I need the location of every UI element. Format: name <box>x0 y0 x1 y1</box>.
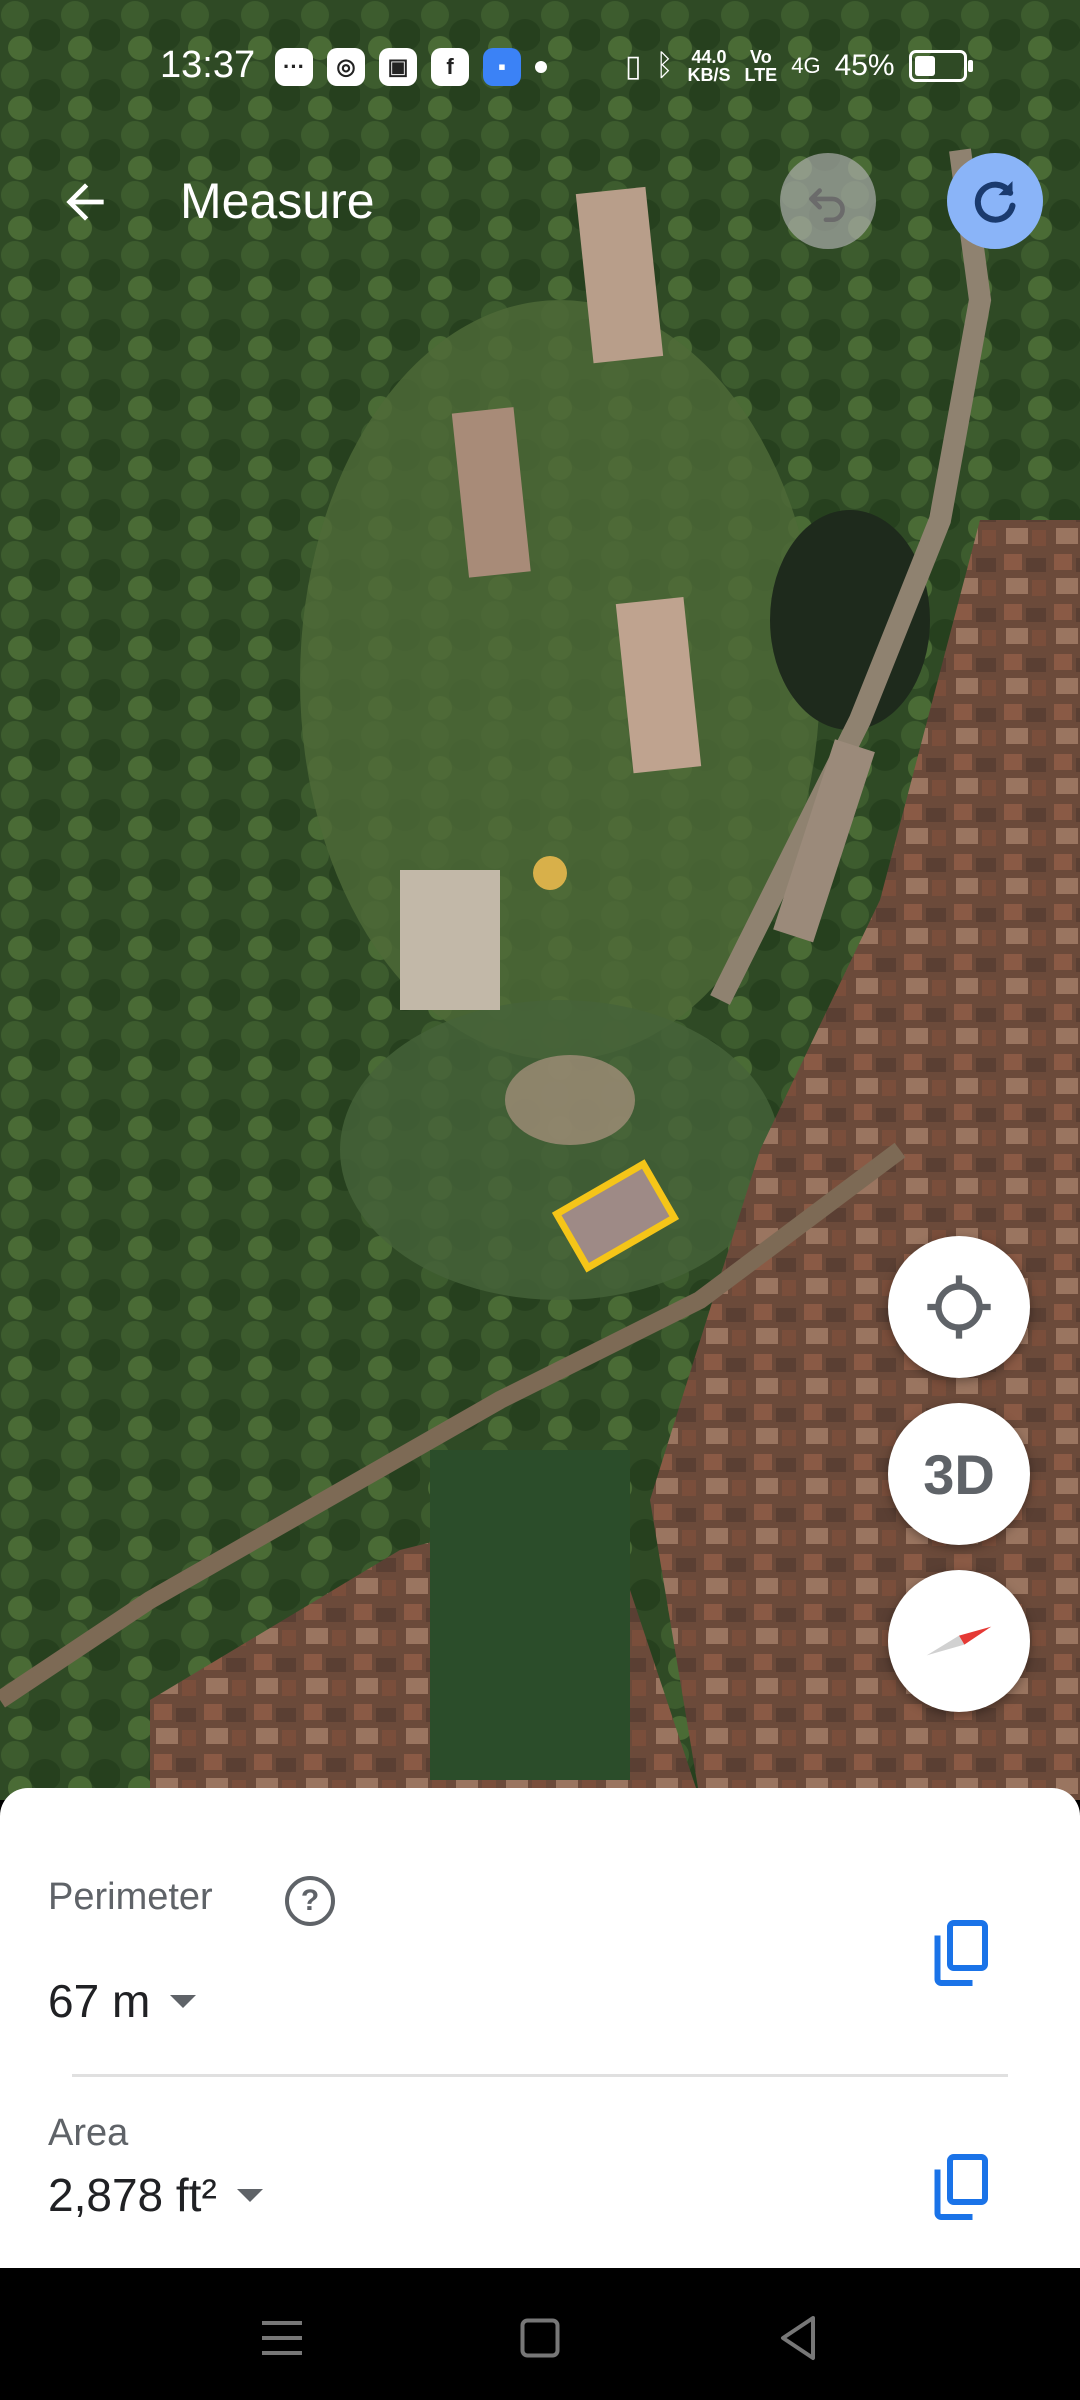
menu-icon[interactable] <box>252 2308 312 2368</box>
facebook-icon: f <box>431 48 469 86</box>
top-bar: Measure <box>0 140 1080 260</box>
page-title: Measure <box>180 173 375 229</box>
my-location-button[interactable] <box>888 1236 1030 1378</box>
3d-toggle-button[interactable]: 3D <box>888 1403 1030 1545</box>
bluetooth-icon: ᛒ <box>655 49 674 82</box>
back-nav-icon[interactable] <box>768 2308 828 2368</box>
compass-button[interactable] <box>888 1570 1030 1712</box>
perimeter-label: Perimeter <box>48 1876 213 1918</box>
messages-icon: ··· <box>275 48 313 86</box>
area-value: 2,878 ft² <box>48 2169 217 2221</box>
my-location-icon <box>927 1275 991 1339</box>
status-indicators: ▯ ᛒ 44.0 KB/S Vo LTE 4G 45% <box>625 47 973 85</box>
redo-icon <box>974 181 1016 223</box>
area-unit-dropdown[interactable]: 2,878 ft² <box>48 2168 263 2222</box>
divider <box>72 2074 1008 2077</box>
back-button[interactable] <box>40 162 130 242</box>
app-icon: ▣ <box>379 48 417 86</box>
measurement-panel: Perimeter ? 67 m Area 2,878 ft² <box>0 1788 1080 2268</box>
compass-icon <box>926 1626 992 1656</box>
app-icon: ▪ <box>483 48 521 86</box>
3d-label: 3D <box>923 1442 995 1506</box>
copy-area-icon[interactable] <box>930 2152 990 2222</box>
network-speed: 44.0 KB/S <box>687 47 731 85</box>
volte-indicator: Vo LTE <box>744 47 778 85</box>
vibrate-icon: ▯ <box>625 49 642 83</box>
more-notifications-dot <box>535 61 547 73</box>
battery-icon <box>908 50 973 82</box>
home-icon[interactable] <box>510 2308 570 2368</box>
copy-perimeter-icon[interactable] <box>930 1918 990 1988</box>
status-bar: 13:37 ··· ◎ ▣ f ▪ ▯ ᛒ 44.0 KB/S Vo LTE 4G … <box>0 0 1080 110</box>
area-label: Area <box>48 2112 129 2154</box>
undo-icon <box>809 188 845 223</box>
instagram-icon: ◎ <box>327 48 365 86</box>
undo-button[interactable] <box>780 153 876 249</box>
chevron-down-icon <box>170 1994 197 2008</box>
notification-icons: ··· ◎ ▣ f ▪ <box>275 48 547 86</box>
chevron-down-icon <box>236 2188 263 2202</box>
perimeter-value: 67 m <box>48 1975 151 2027</box>
perimeter-unit-dropdown[interactable]: 67 m <box>48 1974 197 2028</box>
battery-percent: 45% <box>834 49 895 82</box>
status-time: 13:37 <box>160 44 256 86</box>
arrow-back-icon <box>66 183 104 221</box>
signal-icon: 4G <box>791 53 821 78</box>
help-icon[interactable]: ? <box>285 1876 335 1926</box>
system-navigation-bar <box>0 2268 1080 2400</box>
redo-button[interactable] <box>947 153 1043 249</box>
